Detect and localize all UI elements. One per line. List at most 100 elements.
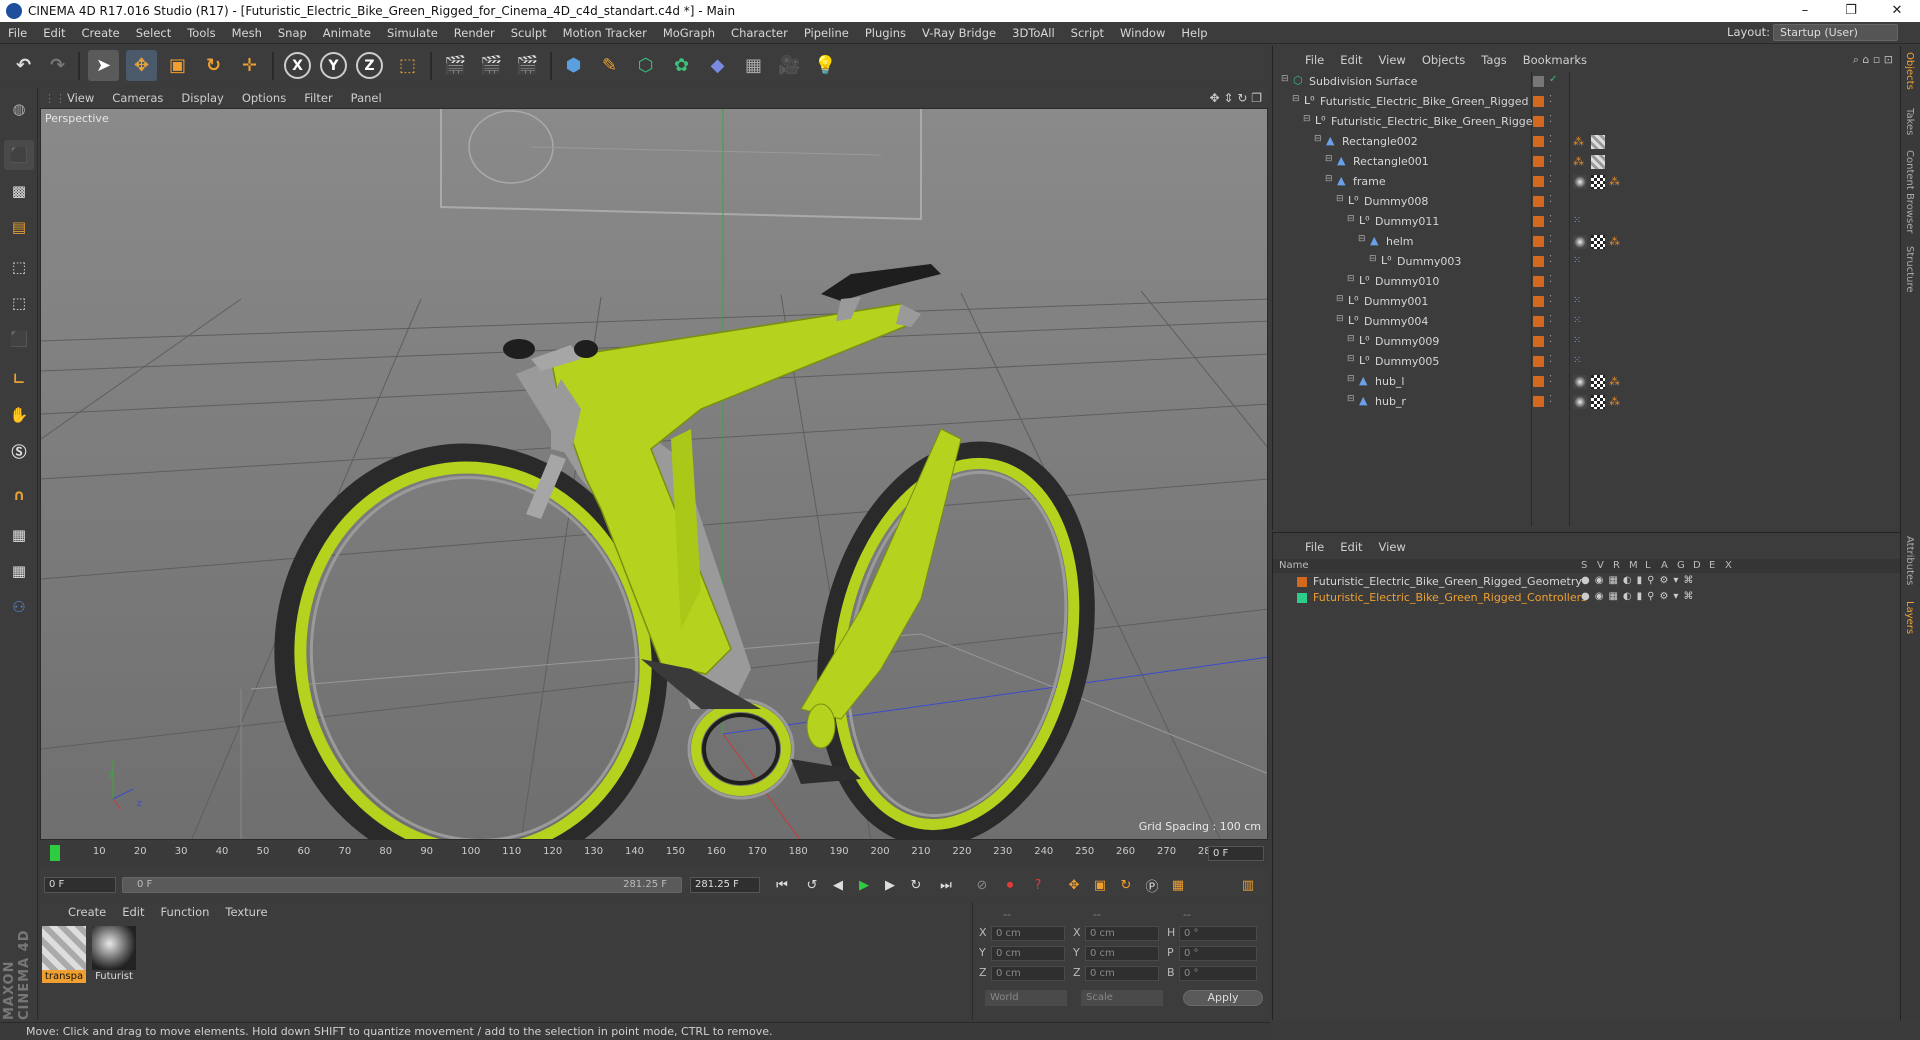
menu-select[interactable]: Select: [128, 26, 179, 40]
size-x-field[interactable]: 0 cm: [1085, 926, 1159, 941]
expand-toggle-icon[interactable]: ⊟: [1369, 254, 1377, 264]
layer-col-g[interactable]: G: [1677, 560, 1685, 571]
tag-material-icon[interactable]: [1573, 175, 1587, 189]
layer-menu-edit[interactable]: Edit: [1332, 540, 1370, 554]
next-frame-icon[interactable]: ▶: [878, 873, 902, 897]
object-name[interactable]: Dummy004: [1364, 315, 1428, 328]
object-name[interactable]: Dummy003: [1397, 255, 1461, 268]
layer-menu-view[interactable]: View: [1371, 540, 1414, 554]
tag-constraint-icon[interactable]: ⁂: [1573, 135, 1587, 149]
key-pla-icon[interactable]: ▦: [1166, 873, 1190, 897]
texture-mode-icon[interactable]: ▩: [4, 176, 34, 206]
go-to-end-icon[interactable]: ⏭: [934, 873, 958, 897]
previous-frame-icon[interactable]: ◀: [826, 873, 850, 897]
layer-name[interactable]: Futuristic_Electric_Bike_Green_Rigged_Co…: [1313, 591, 1587, 604]
layer-col-r[interactable]: R: [1613, 560, 1620, 571]
expand-toggle-icon[interactable]: ⊟: [1336, 294, 1344, 304]
move-icon[interactable]: ✥: [126, 50, 157, 81]
object-menu-edit[interactable]: Edit: [1332, 53, 1370, 67]
visibility-dots-icon[interactable]: ⁚: [1549, 354, 1552, 365]
tag-constraint-icon[interactable]: ⁂: [1609, 395, 1623, 409]
edges-mode-icon[interactable]: ⬚: [4, 288, 34, 318]
menu-3dtoall[interactable]: 3DToAll: [1004, 26, 1063, 40]
expand-toggle-icon[interactable]: ⊟: [1347, 334, 1355, 344]
menu-sculpt[interactable]: Sculpt: [503, 26, 555, 40]
y-axis-icon[interactable]: Y: [320, 52, 347, 79]
layer-tag-icon[interactable]: [1533, 296, 1544, 307]
viewport-menu-view[interactable]: View: [58, 91, 103, 105]
layer-tag-icon[interactable]: [1533, 216, 1544, 227]
key-scale-icon[interactable]: ▣: [1088, 873, 1112, 897]
light-icon[interactable]: 💡: [810, 50, 841, 81]
layer-tag-icon[interactable]: [1533, 176, 1544, 187]
tag-constraint-icon[interactable]: ⁂: [1609, 235, 1623, 249]
menu-simulate[interactable]: Simulate: [379, 26, 446, 40]
layer-col-x[interactable]: X: [1725, 560, 1732, 571]
tag-material-icon[interactable]: [1573, 375, 1587, 389]
current-frame-field[interactable]: 0 F: [1208, 846, 1264, 861]
menu-create[interactable]: Create: [74, 26, 128, 40]
menu-edit[interactable]: Edit: [35, 26, 73, 40]
viewport-menu-filter[interactable]: Filter: [295, 91, 341, 105]
object-row[interactable]: ⊟ L⁰ Dummy009 ⁚ ⁙: [1273, 332, 1901, 352]
expand-toggle-icon[interactable]: ⊟: [1325, 174, 1333, 184]
menu-animate[interactable]: Animate: [315, 26, 379, 40]
close-button[interactable]: ✕: [1874, 0, 1920, 22]
points-mode-icon[interactable]: ⬚: [4, 252, 34, 282]
object-row[interactable]: ⊟ ⬡ Subdivision Surface ✓: [1273, 72, 1901, 92]
tag-dots-icon[interactable]: ⁙: [1573, 355, 1587, 369]
tag-constraint-icon[interactable]: ⁂: [1573, 155, 1587, 169]
position-z-field[interactable]: 0 cm: [991, 966, 1065, 981]
frame-range-slider[interactable]: 0 F 281.25 F: [122, 877, 682, 893]
expand-toggle-icon[interactable]: ⊟: [1336, 194, 1344, 204]
layer-tag-icon[interactable]: [1533, 356, 1544, 367]
layer-col-d[interactable]: D: [1693, 560, 1701, 571]
render-region-icon[interactable]: 🎬: [440, 50, 471, 81]
object-name[interactable]: Dummy001: [1364, 295, 1428, 308]
subdivision-icon[interactable]: ⬡: [630, 50, 661, 81]
python-icon[interactable]: ⚇: [4, 592, 34, 622]
maximize-button[interactable]: ❐: [1828, 0, 1874, 22]
layer-tag-icon[interactable]: [1533, 376, 1544, 387]
layer-flags[interactable]: ●◉▦◐▮⚲⚙▾⌘: [1581, 591, 1698, 602]
perspective-viewport[interactable]: Perspective y z Grid Spacing : 100 cm: [40, 108, 1268, 840]
object-name[interactable]: Rectangle001: [1353, 155, 1429, 168]
layer-color-swatch[interactable]: [1297, 577, 1307, 587]
layer-tag-icon[interactable]: [1533, 336, 1544, 347]
object-row[interactable]: ⊟ L⁰ Dummy004 ⁚ ⁙: [1273, 312, 1901, 332]
object-menu-file[interactable]: File: [1297, 53, 1332, 67]
end-frame-field[interactable]: 281.25 F: [690, 877, 760, 893]
layer-col-m[interactable]: M: [1629, 560, 1638, 571]
magnet-icon[interactable]: ∩: [4, 480, 34, 510]
object-name[interactable]: Futuristic_Electric_Bike_Green_Rigged: [1331, 115, 1540, 128]
layer-col-e[interactable]: E: [1709, 560, 1715, 571]
expand-toggle-icon[interactable]: ⊟: [1292, 94, 1300, 104]
tag-constraint-icon[interactable]: ⁂: [1609, 375, 1623, 389]
material-menu-edit[interactable]: Edit: [114, 905, 152, 919]
layer-col-s[interactable]: S: [1581, 560, 1587, 571]
viewport-menu-display[interactable]: Display: [172, 91, 232, 105]
expand-toggle-icon[interactable]: ⊟: [1347, 214, 1355, 224]
material-swatch[interactable]: Futurist: [92, 926, 136, 984]
visibility-dots-icon[interactable]: ⁚: [1549, 94, 1552, 105]
visibility-dots-icon[interactable]: ⁚: [1549, 174, 1552, 185]
material-menu-function[interactable]: Function: [153, 905, 218, 919]
expand-toggle-icon[interactable]: ⊟: [1325, 154, 1333, 164]
object-name[interactable]: Futuristic_Electric_Bike_Green_Rigged: [1320, 95, 1529, 108]
redo-icon[interactable]: ↷: [42, 50, 73, 81]
size-mode-select[interactable]: Scale: [1081, 990, 1163, 1006]
object-row[interactable]: ⊟ L⁰ Dummy010 ⁚: [1273, 272, 1901, 292]
record-keys-icon[interactable]: ⊘: [970, 873, 994, 897]
expand-toggle-icon[interactable]: ⊟: [1347, 394, 1355, 404]
timeline-window-icon[interactable]: ▥: [1236, 873, 1260, 897]
object-row[interactable]: ⊟ ▲ hub_r ⁚ ⁂: [1273, 392, 1901, 412]
visibility-dots-icon[interactable]: ⁚: [1549, 194, 1552, 205]
layer-col-v[interactable]: V: [1597, 560, 1604, 571]
layer-tag-icon[interactable]: [1533, 236, 1544, 247]
x-axis-icon[interactable]: X: [284, 52, 311, 79]
object-row[interactable]: ⊟ ▲ frame ⁚ ⁂: [1273, 172, 1901, 192]
go-to-start-icon[interactable]: ⏮: [770, 873, 794, 897]
rotation-b-field[interactable]: 0 °: [1179, 966, 1257, 981]
layer-tag-icon[interactable]: [1533, 116, 1544, 127]
tab-structure[interactable]: Structure: [1904, 246, 1915, 293]
